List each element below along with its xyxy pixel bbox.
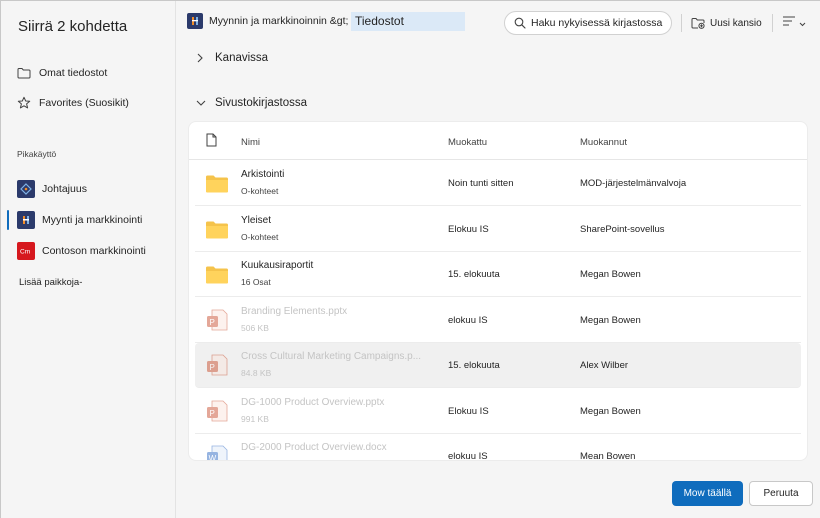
search-icon [514, 17, 526, 29]
row-name: Arkistointi [241, 169, 285, 180]
table-row: WDG-2000 Product Overview.docx991 KBelok… [195, 434, 801, 461]
chevron-right-icon [196, 53, 208, 63]
row-details: 84.8 KB [241, 368, 272, 378]
powerpoint-file-icon: P [205, 308, 229, 332]
powerpoint-file-icon: P [205, 399, 229, 423]
file-type-icon [206, 133, 217, 150]
row-modified-by: Megan Bowen [580, 269, 641, 280]
row-name: Yleiset [241, 214, 272, 226]
word-file-icon: W [205, 444, 229, 461]
search-placeholder: Haku nykyisessä kirjastossa [531, 17, 663, 29]
site-logo-icon [17, 211, 35, 229]
new-folder-label: Uusi kansio [710, 17, 762, 29]
row-modified: 15. elokuuta [448, 360, 500, 371]
row-modified: Elokuu IS [448, 223, 489, 235]
row-modified-by: Alex Wilber [580, 360, 629, 371]
powerpoint-file-icon: P [205, 353, 229, 377]
star-icon [16, 95, 32, 111]
row-modified-by: SharePoint-sovellus [580, 223, 665, 235]
sidebar: Siirrä 2 kohdetta Omat tiedostot Favorit… [1, 1, 176, 518]
site-logo-icon: Cm [17, 242, 35, 260]
breadcrumb-site[interactable]: Myynnin ja markkinoinnin &gt; [209, 15, 348, 27]
column-header-modified-by[interactable]: Muokannut [580, 137, 627, 148]
nav-item-favorites[interactable]: Favorites (Suosikit) [1, 91, 176, 115]
table-row: P Branding Elements.pptx 506 KB elokuu IS Me… [195, 298, 801, 343]
folder-icon [16, 65, 32, 81]
more-places-link[interactable]: Lisää paikkoja- [19, 277, 82, 288]
main-panel: Myynnin ja markkinoinnin &gt; Tiedostot … [176, 1, 820, 518]
chevron-down-icon [799, 14, 806, 32]
nav-item-my-files[interactable]: Omat tiedostot [1, 61, 176, 85]
move-dialog: Siirrä 2 kohdetta Omat tiedostot Favorit… [0, 0, 820, 518]
new-folder-button[interactable]: Uusi kansio [691, 14, 762, 32]
table-row[interactable]: Kuukausiraportit 16 Osat 15. elokuuta Megan… [195, 252, 801, 297]
dialog-footer: Mow täällä Peruuta [176, 461, 820, 518]
folder-icon [205, 262, 229, 286]
row-modified: elokuu IS [448, 451, 488, 461]
row-details: 16 Osat [241, 277, 271, 287]
table-row[interactable]: Arkistointi O-kohteet Noin tunti sitten MOD… [195, 161, 801, 206]
file-list: Nimi Muokattu Muokannut Arkistointi O-koh… [188, 121, 808, 461]
svg-text:Cm: Cm [20, 249, 30, 256]
table-row: P Cross Cultural Marketing Campaigns.p...… [195, 343, 801, 388]
dialog-title: Siirrä 2 kohdetta [18, 18, 128, 35]
move-here-button[interactable]: Mow täällä [672, 481, 743, 506]
svg-text:P: P [210, 408, 215, 417]
row-name: Branding Elements.pptx [241, 305, 348, 317]
row-details: 506 KB [241, 322, 269, 333]
table-row[interactable]: Yleiset O-kohteet Elokuu IS SharePoint-sove… [195, 207, 801, 252]
row-modified-by: Megan Bowen [580, 405, 641, 417]
row-details: O-kohteet [241, 231, 279, 242]
row-name: Cross Cultural Marketing Campaigns.p... [241, 351, 422, 362]
site-item-leadership[interactable]: Johtajuus [1, 177, 176, 201]
new-folder-icon [691, 17, 705, 29]
svg-text:W: W [209, 454, 217, 461]
nav-item-label: Favorites (Suosikit) [39, 97, 129, 109]
site-item-contoso-marketing[interactable]: Cm Contoson markkinointi [1, 239, 176, 263]
search-input[interactable]: Haku nykyisessä kirjastossa [504, 11, 672, 35]
cancel-button[interactable]: Peruuta [749, 481, 813, 506]
site-item-label: Myynti ja markkinointi [42, 214, 143, 226]
row-details: O-kohteet [241, 186, 279, 196]
row-name: DG-2000 Product Overview.docx [241, 442, 387, 453]
group-label: Kanavissa [215, 52, 269, 64]
row-name: DG-1000 Product Overview.pptx [241, 396, 385, 408]
group-channels[interactable]: Kanavissa [196, 52, 268, 64]
row-modified: Elokuu IS [448, 405, 489, 417]
row-modified-by: MOD-järjestelmänvalvoja [580, 178, 687, 189]
table-row: P DG-1000 Product Overview.pptx 991 KB Elok… [195, 389, 801, 434]
group-site-library[interactable]: Sivustokirjastossa [196, 97, 307, 109]
divider [681, 14, 682, 32]
site-item-label: Contoson markkinointi [42, 245, 146, 257]
column-header-modified[interactable]: Muokattu [448, 137, 487, 148]
row-modified: Noin tunti sitten [448, 178, 514, 189]
column-header-name[interactable]: Nimi [241, 137, 260, 148]
chevron-down-icon [196, 99, 208, 107]
nav-item-label: Omat tiedostot [39, 67, 108, 79]
site-item-sales-marketing[interactable]: Myynti ja markkinointi [1, 208, 176, 232]
folder-icon [205, 171, 229, 195]
table-header: Nimi Muokattu Muokannut [189, 122, 807, 160]
quick-access-label: Pikakäyttö [17, 149, 57, 159]
group-label: Sivustokirjastossa [215, 97, 308, 109]
topbar: Myynnin ja markkinoinnin &gt; Tiedostot … [176, 1, 820, 43]
svg-text:P: P [210, 363, 215, 372]
row-modified-by: Megan Bowen [580, 314, 641, 326]
folder-icon [205, 217, 229, 241]
site-logo-icon [17, 180, 35, 198]
row-modified-by: Mean Bowen [580, 451, 636, 461]
breadcrumb-current-folder: Tiedostot [351, 12, 465, 31]
view-options-button[interactable] [782, 14, 806, 32]
row-modified: elokuu IS [448, 314, 488, 326]
site-item-label: Johtajuus [42, 183, 87, 195]
row-name: Kuukausiraportit [241, 260, 314, 271]
menu-lines-icon [782, 14, 796, 32]
row-modified: 15. elokuuta [448, 269, 500, 280]
row-details: 991 KB [241, 413, 269, 424]
site-logo-icon [187, 13, 203, 29]
divider [772, 14, 773, 32]
svg-text:P: P [210, 317, 215, 326]
